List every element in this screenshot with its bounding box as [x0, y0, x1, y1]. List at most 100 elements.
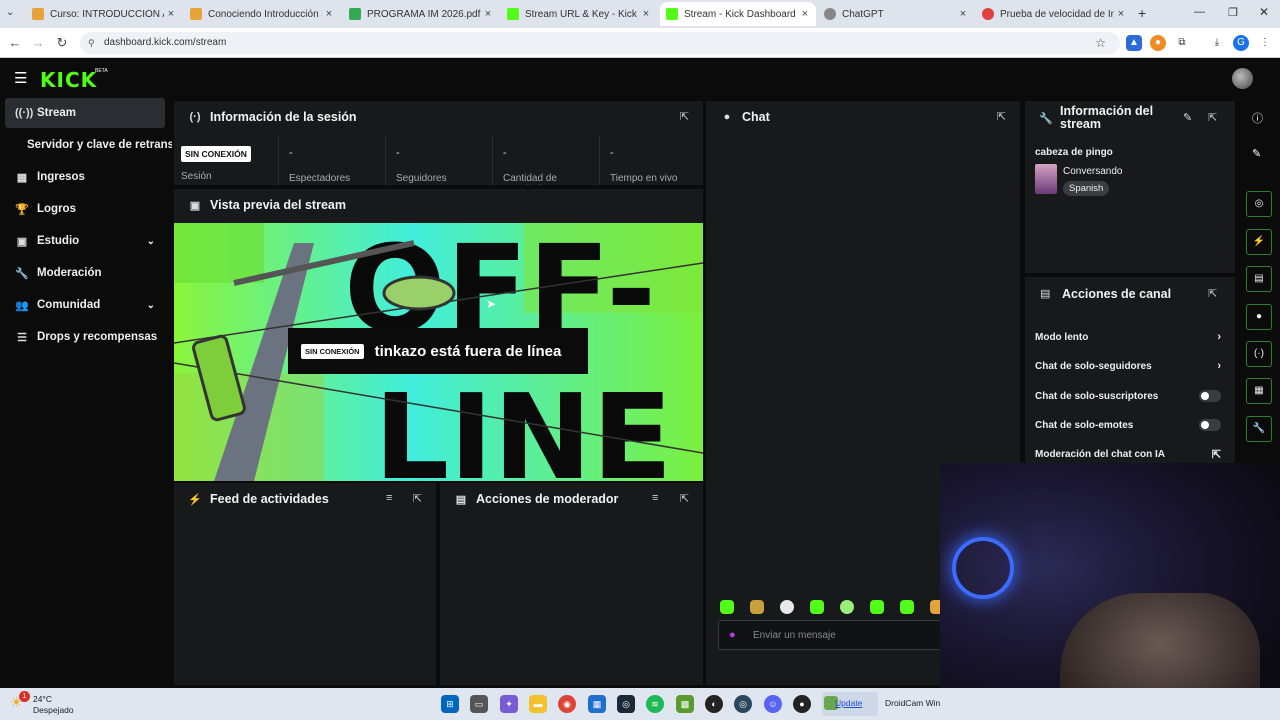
hamburger-menu-icon[interactable]: ☰ — [14, 69, 27, 87]
slow-mode-row[interactable]: Modo lento › — [1035, 327, 1221, 347]
forward-icon[interactable]: → — [29, 34, 47, 52]
browser-tab[interactable]: ChatGPT × — [818, 2, 974, 26]
browser-tab[interactable]: Prueba de velocidad de Intern × — [976, 2, 1132, 26]
filter-icon[interactable]: ≡ — [386, 492, 392, 504]
tab-close-icon[interactable]: × — [322, 8, 336, 20]
emote-icon[interactable] — [810, 600, 824, 614]
channel-actions-widget-button[interactable]: ▦ — [1246, 378, 1272, 404]
sidebar-item-comunidad[interactable]: 👥 Comunidad ⌄ — [5, 290, 165, 320]
extension-icon[interactable]: ▲ — [1126, 35, 1142, 51]
file-explorer-icon[interactable]: ▬ — [529, 695, 547, 713]
sidebar-item-ingresos[interactable]: ▦ Ingresos — [5, 162, 165, 192]
profile-avatar-icon[interactable]: G — [1233, 35, 1249, 51]
update-app-button[interactable]: Update — [822, 692, 878, 716]
browser-menu-icon[interactable]: ⋮ — [1257, 35, 1273, 51]
kick-logo[interactable]: KICK — [40, 68, 97, 92]
popout-icon[interactable]: ⇱ — [680, 492, 689, 505]
tab-close-icon[interactable]: × — [164, 8, 178, 20]
emote-icon[interactable] — [750, 600, 764, 614]
browser-tab[interactable]: Stream URL & Key - Kick Dash × — [501, 2, 657, 26]
emote-icon[interactable] — [870, 600, 884, 614]
subscribers-only-toggle[interactable] — [1199, 390, 1221, 402]
browser-tab[interactable]: Curso: INTRODUCCIÓN A LA M × — [26, 2, 182, 26]
minimize-window-icon[interactable]: — — [1194, 6, 1205, 18]
steam-alt-icon[interactable]: ◎ — [734, 695, 752, 713]
sidebar-item-drops[interactable]: ☰ Drops y recompensas — [5, 322, 165, 352]
edit-pencil-icon[interactable]: ✎ — [1183, 111, 1192, 124]
tab-list-chevron-icon[interactable]: ⌄ — [6, 7, 14, 18]
edit-pencil-icon[interactable]: ✎ — [1252, 147, 1261, 160]
chevron-right-icon[interactable]: › — [1217, 360, 1221, 372]
task-view-icon[interactable]: ▭ — [470, 695, 488, 713]
popout-icon[interactable]: ⇱ — [413, 492, 422, 505]
tab-close-icon[interactable]: × — [481, 8, 495, 20]
discord-icon[interactable]: ☺ — [764, 695, 782, 713]
minecraft-icon[interactable]: ▩ — [676, 695, 694, 713]
session-widget-button[interactable]: ◎ — [1246, 191, 1272, 217]
back-icon[interactable]: ← — [6, 34, 24, 52]
emotes-only-toggle[interactable] — [1199, 419, 1221, 431]
store-icon[interactable]: ▦ — [588, 695, 606, 713]
spotify-icon[interactable]: ≋ — [646, 695, 664, 713]
info-icon[interactable]: ⓘ — [1252, 110, 1263, 126]
emotes-only-row[interactable]: Chat de solo-emotes — [1035, 415, 1221, 435]
chrome-icon[interactable]: ◉ — [558, 695, 576, 713]
chevron-down-icon[interactable]: ⌄ — [147, 300, 155, 311]
new-tab-button[interactable]: + — [1138, 5, 1146, 21]
chat-widget-button[interactable]: ● — [1246, 304, 1272, 330]
tab-close-icon[interactable]: × — [956, 8, 970, 20]
broadcast-widget-button[interactable]: (·) — [1246, 341, 1272, 367]
emote-icon[interactable] — [720, 600, 734, 614]
obs-icon[interactable]: ● — [793, 695, 811, 713]
steam-icon[interactable]: ◎ — [617, 695, 635, 713]
followers-only-row[interactable]: Chat de solo-seguidores › — [1035, 356, 1221, 376]
start-menu-icon[interactable]: ⊞ — [441, 695, 459, 713]
ai-moderation-row[interactable]: Moderación del chat con IA ⇱ — [1035, 444, 1221, 464]
emote-icon[interactable] — [900, 600, 914, 614]
tab-close-icon[interactable]: × — [1114, 8, 1128, 20]
wrench-widget-button[interactable]: 🔧 — [1246, 416, 1272, 442]
sidebar-item-stream[interactable]: ((·)) Stream — [5, 98, 165, 128]
weather-widget[interactable]: ☀ 1 24°C Despejado — [10, 691, 120, 717]
subscribers-only-row[interactable]: Chat de solo-suscriptores — [1035, 386, 1221, 406]
chevron-right-icon[interactable]: › — [1217, 331, 1221, 343]
close-window-icon[interactable]: ✕ — [1259, 5, 1269, 19]
external-link-icon[interactable]: ⇱ — [1212, 448, 1221, 461]
activity-widget-button[interactable]: ⚡ — [1246, 229, 1272, 255]
popout-icon[interactable]: ⇱ — [1208, 287, 1217, 300]
chevron-down-icon[interactable]: ⌄ — [147, 236, 155, 247]
restore-window-icon[interactable]: ❐ — [1228, 6, 1238, 19]
filter-icon[interactable]: ≡ — [652, 492, 658, 504]
extensions-puzzle-icon[interactable]: ⧉ — [1174, 35, 1190, 51]
category-name[interactable]: Conversando — [1063, 166, 1122, 177]
reload-icon[interactable]: ↻ — [53, 34, 71, 52]
document-widget-button[interactable]: ▤ — [1246, 266, 1272, 292]
droidcam-app-button[interactable]: DroidCam Windov — [882, 692, 940, 716]
popout-icon[interactable]: ⇱ — [1208, 111, 1217, 124]
category-thumbnail[interactable] — [1035, 164, 1057, 194]
tab-close-icon[interactable]: × — [798, 8, 812, 20]
sidebar-item-moderacion[interactable]: 🔧 Moderación — [5, 258, 165, 288]
github-icon[interactable]: ◐ — [705, 695, 723, 713]
popout-icon[interactable]: ⇱ — [680, 110, 689, 123]
copilot-icon[interactable]: ✦ — [500, 695, 518, 713]
popout-icon[interactable]: ⇱ — [997, 110, 1006, 123]
sidebar-item-server-key[interactable]: Servidor y clave de retransmisión — [16, 130, 172, 160]
sidebar-item-estudio[interactable]: ▣ Estudio ⌄ — [5, 226, 165, 256]
tab-favicon-icon — [349, 8, 361, 20]
microphone-icon[interactable]: ● — [729, 629, 736, 641]
browser-tab[interactable]: PROGRAMA IM 2026.pdf - Goo × — [343, 2, 499, 26]
browser-tab-active[interactable]: Stream - Kick Dashboard × — [660, 2, 816, 26]
site-info-icon[interactable]: ⚲ — [88, 32, 95, 54]
tab-close-icon[interactable]: × — [639, 8, 653, 20]
user-avatar[interactable] — [1232, 68, 1253, 89]
emote-icon[interactable] — [840, 600, 854, 614]
activity-feed-panel: ⚡ Feed de actividades ≡ ⇱ — [174, 483, 436, 685]
extension-icon[interactable]: ● — [1150, 35, 1166, 51]
download-icon[interactable]: ⤓ — [1209, 35, 1225, 51]
sidebar-item-logros[interactable]: 🏆 Logros — [5, 194, 165, 224]
bookmark-star-icon[interactable]: ☆ — [1095, 32, 1106, 54]
emote-icon[interactable] — [780, 600, 794, 614]
url-field[interactable]: ⚲ dashboard.kick.com/stream ☆ — [80, 32, 1120, 54]
browser-tab[interactable]: Conociendo Introducción a la f × — [184, 2, 340, 26]
